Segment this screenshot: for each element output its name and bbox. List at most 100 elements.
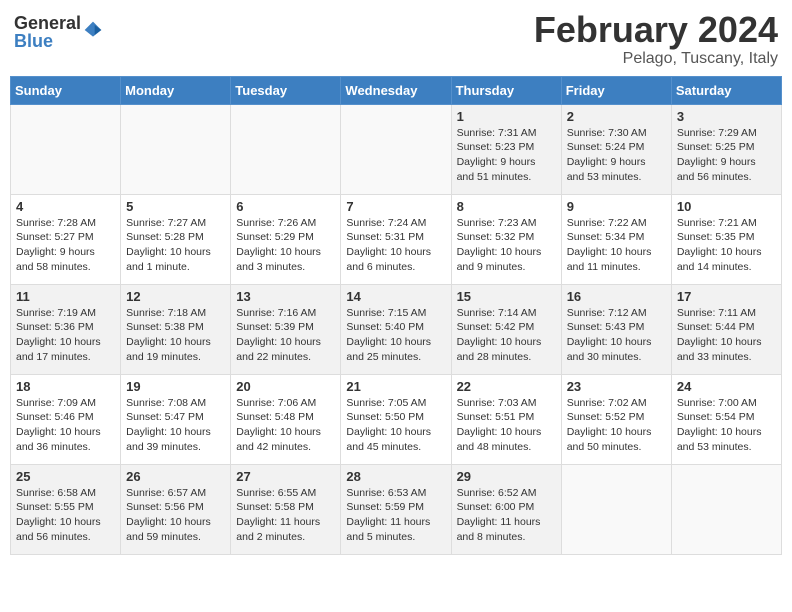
calendar-cell [231,104,341,194]
day-info: Sunrise: 7:27 AM Sunset: 5:28 PM Dayligh… [126,216,225,275]
calendar-cell: 5 Sunrise: 7:27 AM Sunset: 5:28 PM Daylig… [121,194,231,284]
day-info: Sunrise: 7:26 AM Sunset: 5:29 PM Dayligh… [236,216,335,275]
day-info: Sunrise: 7:05 AM Sunset: 5:50 PM Dayligh… [346,396,445,455]
calendar-cell: 20 Sunrise: 7:06 AM Sunset: 5:48 PM Dayli… [231,374,341,464]
day-info: Sunrise: 7:08 AM Sunset: 5:47 PM Dayligh… [126,396,225,455]
day-info: Sunrise: 7:21 AM Sunset: 5:35 PM Dayligh… [677,216,776,275]
calendar-cell: 4 Sunrise: 7:28 AM Sunset: 5:27 PM Daylig… [11,194,121,284]
day-number: 23 [567,379,666,394]
calendar-cell: 1 Sunrise: 7:31 AM Sunset: 5:23 PM Daylig… [451,104,561,194]
day-info: Sunrise: 7:15 AM Sunset: 5:40 PM Dayligh… [346,306,445,365]
day-number: 13 [236,289,335,304]
calendar-cell: 22 Sunrise: 7:03 AM Sunset: 5:51 PM Dayli… [451,374,561,464]
col-header-friday: Friday [561,76,671,104]
day-info: Sunrise: 7:28 AM Sunset: 5:27 PM Dayligh… [16,216,115,275]
calendar-cell: 26 Sunrise: 6:57 AM Sunset: 5:56 PM Dayli… [121,464,231,554]
day-info: Sunrise: 6:55 AM Sunset: 5:58 PM Dayligh… [236,486,335,545]
calendar-cell [341,104,451,194]
week-row-1: 1 Sunrise: 7:31 AM Sunset: 5:23 PM Daylig… [11,104,782,194]
calendar-cell: 2Sunrise: 7:30 AM Sunset: 5:24 PM Daylig… [561,104,671,194]
calendar-cell: 24 Sunrise: 7:00 AM Sunset: 5:54 PM Dayli… [671,374,781,464]
day-number: 28 [346,469,445,484]
calendar-cell: 17 Sunrise: 7:11 AM Sunset: 5:44 PM Dayli… [671,284,781,374]
week-row-5: 25Sunrise: 6:58 AM Sunset: 5:55 PM Dayli… [11,464,782,554]
logo: General Blue [14,14,103,50]
location-text: Pelago, Tuscany, Italy [534,50,778,68]
calendar-cell: 3 Sunrise: 7:29 AM Sunset: 5:25 PM Daylig… [671,104,781,194]
day-number: 8 [457,199,556,214]
page-header: General Blue February 2024 Pelago, Tusca… [10,10,782,68]
day-number: 9 [567,199,666,214]
day-info: Sunrise: 7:06 AM Sunset: 5:48 PM Dayligh… [236,396,335,455]
calendar-cell: 18 Sunrise: 7:09 AM Sunset: 5:46 PM Dayli… [11,374,121,464]
col-header-monday: Monday [121,76,231,104]
month-title: February 2024 [534,10,778,50]
calendar-cell: 15 Sunrise: 7:14 AM Sunset: 5:42 PM Dayli… [451,284,561,374]
day-info: Sunrise: 7:12 AM Sunset: 5:43 PM Dayligh… [567,306,666,365]
day-number: 3 [677,109,776,124]
day-info: Sunrise: 6:57 AM Sunset: 5:56 PM Dayligh… [126,486,225,545]
title-section: February 2024 Pelago, Tuscany, Italy [534,10,778,68]
day-number: 21 [346,379,445,394]
header-row: SundayMondayTuesdayWednesdayThursdayFrid… [11,76,782,104]
calendar-cell: 29 Sunrise: 6:52 AM Sunset: 6:00 PM Dayli… [451,464,561,554]
day-number: 20 [236,379,335,394]
week-row-2: 4 Sunrise: 7:28 AM Sunset: 5:27 PM Daylig… [11,194,782,284]
day-info: Sunrise: 6:53 AM Sunset: 5:59 PM Dayligh… [346,486,445,545]
day-info: Sunrise: 7:14 AM Sunset: 5:42 PM Dayligh… [457,306,556,365]
calendar-cell: 11 Sunrise: 7:19 AM Sunset: 5:36 PM Dayli… [11,284,121,374]
day-info: Sunrise: 7:22 AM Sunset: 5:34 PM Dayligh… [567,216,666,275]
day-number: 10 [677,199,776,214]
day-info: Sunrise: 7:23 AM Sunset: 5:32 PM Dayligh… [457,216,556,275]
day-number: 2 [567,109,666,124]
calendar-cell: 12Sunrise: 7:18 AM Sunset: 5:38 PM Dayli… [121,284,231,374]
day-info: Sunrise: 7:16 AM Sunset: 5:39 PM Dayligh… [236,306,335,365]
calendar-cell: 7Sunrise: 7:24 AM Sunset: 5:31 PM Daylig… [341,194,451,284]
calendar-cell: 25Sunrise: 6:58 AM Sunset: 5:55 PM Dayli… [11,464,121,554]
day-number: 11 [16,289,115,304]
logo-general-text: General [14,14,81,32]
day-number: 15 [457,289,556,304]
day-number: 22 [457,379,556,394]
calendar-cell: 9 Sunrise: 7:22 AM Sunset: 5:34 PM Daylig… [561,194,671,284]
calendar-cell: 21 Sunrise: 7:05 AM Sunset: 5:50 PM Dayli… [341,374,451,464]
day-info: Sunrise: 7:11 AM Sunset: 5:44 PM Dayligh… [677,306,776,365]
day-number: 16 [567,289,666,304]
calendar-cell [11,104,121,194]
day-info: Sunrise: 7:29 AM Sunset: 5:25 PM Dayligh… [677,126,776,185]
calendar-cell: 19Sunrise: 7:08 AM Sunset: 5:47 PM Dayli… [121,374,231,464]
logo-blue-text: Blue [14,32,81,50]
day-info: Sunrise: 7:31 AM Sunset: 5:23 PM Dayligh… [457,126,556,185]
week-row-4: 18 Sunrise: 7:09 AM Sunset: 5:46 PM Dayli… [11,374,782,464]
day-number: 1 [457,109,556,124]
day-number: 24 [677,379,776,394]
day-info: Sunrise: 7:02 AM Sunset: 5:52 PM Dayligh… [567,396,666,455]
week-row-3: 11 Sunrise: 7:19 AM Sunset: 5:36 PM Dayli… [11,284,782,374]
col-header-sunday: Sunday [11,76,121,104]
calendar-cell: 14Sunrise: 7:15 AM Sunset: 5:40 PM Dayli… [341,284,451,374]
calendar-cell: 27Sunrise: 6:55 AM Sunset: 5:58 PM Dayli… [231,464,341,554]
day-number: 29 [457,469,556,484]
day-info: Sunrise: 7:03 AM Sunset: 5:51 PM Dayligh… [457,396,556,455]
day-number: 5 [126,199,225,214]
day-number: 18 [16,379,115,394]
day-number: 25 [16,469,115,484]
logo-icon [83,20,103,40]
day-info: Sunrise: 6:52 AM Sunset: 6:00 PM Dayligh… [457,486,556,545]
calendar-cell: 23 Sunrise: 7:02 AM Sunset: 5:52 PM Dayli… [561,374,671,464]
calendar-cell: 28 Sunrise: 6:53 AM Sunset: 5:59 PM Dayli… [341,464,451,554]
day-info: Sunrise: 7:24 AM Sunset: 5:31 PM Dayligh… [346,216,445,275]
day-info: Sunrise: 7:18 AM Sunset: 5:38 PM Dayligh… [126,306,225,365]
day-info: Sunrise: 7:00 AM Sunset: 5:54 PM Dayligh… [677,396,776,455]
col-header-wednesday: Wednesday [341,76,451,104]
calendar-cell: 6Sunrise: 7:26 AM Sunset: 5:29 PM Daylig… [231,194,341,284]
day-number: 4 [16,199,115,214]
day-number: 26 [126,469,225,484]
day-number: 17 [677,289,776,304]
calendar-table: SundayMondayTuesdayWednesdayThursdayFrid… [10,76,782,555]
col-header-thursday: Thursday [451,76,561,104]
day-info: Sunrise: 7:09 AM Sunset: 5:46 PM Dayligh… [16,396,115,455]
calendar-cell: 8 Sunrise: 7:23 AM Sunset: 5:32 PM Daylig… [451,194,561,284]
day-info: Sunrise: 7:19 AM Sunset: 5:36 PM Dayligh… [16,306,115,365]
calendar-cell: 13 Sunrise: 7:16 AM Sunset: 5:39 PM Dayli… [231,284,341,374]
